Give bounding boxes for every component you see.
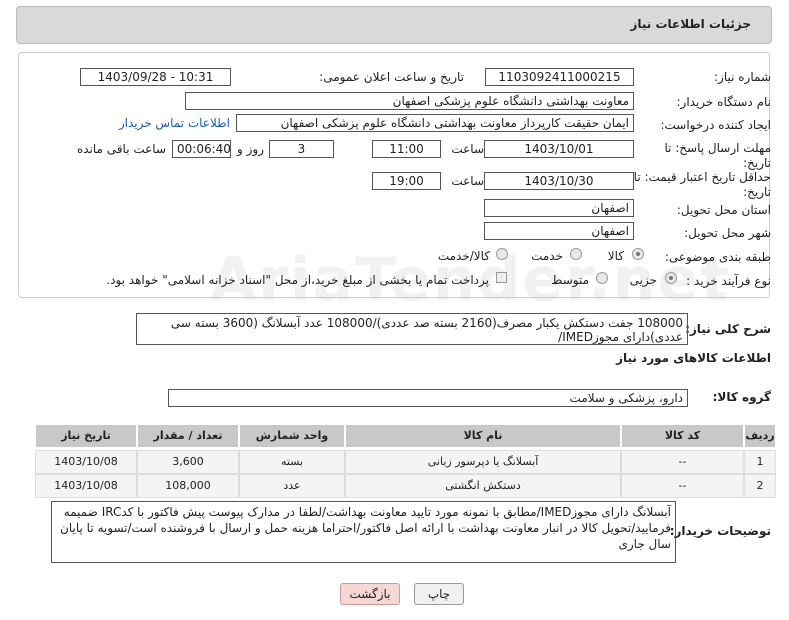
category-option-goods: کالا xyxy=(607,249,624,263)
creator-field: ایمان حقیقت کارپرداز معاونت بهداشتی دانش… xyxy=(236,114,634,132)
province-label: استان محل تحویل: xyxy=(676,203,771,217)
table-cell: دستکش انگشتی xyxy=(345,474,621,498)
province-field: اصفهان xyxy=(484,199,634,217)
buyer-org-label: نام دستگاه خریدار: xyxy=(676,95,772,109)
days-label: روز و xyxy=(237,142,264,156)
buyer-notes-label: توضیحات خریدار: xyxy=(669,524,771,538)
buyer-notes-field: آبسلانگ دارای مجوزIMED/مطابق با نمونه مو… xyxy=(51,501,676,563)
days-field: 3 xyxy=(269,140,334,158)
validity-time-field: 19:00 xyxy=(372,172,441,190)
description-label: شرح کلی نیاز: xyxy=(685,322,771,336)
category-radio-service[interactable] xyxy=(570,248,582,260)
table-cell: 1403/10/08 xyxy=(35,450,137,474)
table-cell: 3,600 xyxy=(137,450,239,474)
buyer-org-field: معاونت بهداشتی دانشگاه علوم پزشکی اصفهان xyxy=(185,92,634,110)
category-label: طبقه بندی موضوعی: xyxy=(664,250,771,264)
validity-date-field: 1403/10/30 xyxy=(484,172,634,190)
need-number-label: شماره نیاز: xyxy=(714,70,771,84)
goods-group-label: گروه کالا: xyxy=(712,390,771,404)
deadline-date-field: 1403/10/01 xyxy=(484,140,634,158)
category-option-goods-service: کالا/خدمت xyxy=(437,249,490,263)
back-button[interactable]: بازگشت xyxy=(340,583,400,605)
process-radio-minor[interactable] xyxy=(665,272,677,284)
table-cell: عدد xyxy=(239,474,345,498)
goods-group-field: دارو، پزشکی و سلامت xyxy=(168,389,688,407)
page-header: جزئیات اطلاعات نیاز xyxy=(16,6,772,44)
contact-info-link[interactable]: اطلاعات تماس خریدار xyxy=(119,116,230,130)
need-number-field: 1103092411000215 xyxy=(485,68,634,86)
table-cell: آبسلانگ یا دپرسور زبانی xyxy=(345,450,621,474)
col-header-row: ردیف xyxy=(744,424,776,448)
city-field: اصفهان xyxy=(484,222,634,240)
table-cell: 1 xyxy=(744,450,776,474)
table-cell: -- xyxy=(621,450,744,474)
category-option-service: خدمت xyxy=(531,249,563,263)
col-header-code: کد کالا xyxy=(621,424,744,448)
treasury-payment-note: پرداخت تمام یا بخشی از مبلغ خرید،از محل … xyxy=(106,273,489,287)
category-radio-goods-service[interactable] xyxy=(496,248,508,260)
validity-time-label: ساعت xyxy=(451,174,484,188)
col-header-quantity: تعداد / مقدار xyxy=(137,424,239,448)
print-button[interactable]: چاپ xyxy=(414,583,464,605)
announce-field: 1403/09/28 - 10:31 xyxy=(80,68,231,86)
announce-label: تاریخ و ساعت اعلان عمومی: xyxy=(319,70,464,84)
process-option-medium: متوسط xyxy=(551,273,589,287)
creator-label: ایجاد کننده درخواست: xyxy=(660,118,771,132)
deadline-time-field: 11:00 xyxy=(372,140,441,158)
col-header-unit: واحد شمارش xyxy=(239,424,345,448)
deadline-label: مهلت ارسال پاسخ: تا تاریخ: xyxy=(664,141,771,170)
treasury-payment-checkbox[interactable] xyxy=(496,272,507,283)
category-radio-goods[interactable] xyxy=(632,248,644,260)
city-label: شهر محل تحویل: xyxy=(684,226,771,240)
process-radio-medium[interactable] xyxy=(596,272,608,284)
page-title: جزئیات اطلاعات نیاز xyxy=(630,17,751,31)
table-cell: 1403/10/08 xyxy=(35,474,137,498)
col-header-name: نام کالا xyxy=(345,424,621,448)
deadline-time-label: ساعت xyxy=(451,142,484,156)
validity-label: حداقل تاریخ اعتبار قیمت: تا تاریخ: xyxy=(633,170,771,199)
table-cell: بسته xyxy=(239,450,345,474)
goods-section-title: اطلاعات کالاهای مورد نیاز xyxy=(616,351,771,365)
process-option-minor: جزیی xyxy=(629,273,657,287)
process-label: نوع فرآیند خرید : xyxy=(686,274,771,288)
table-cell: -- xyxy=(621,474,744,498)
remaining-label: ساعت باقی مانده xyxy=(76,142,166,156)
remaining-time-field: 00:06:40 xyxy=(172,140,231,158)
description-field: 108000 جفت دستکش یکبار مصرف(2160 بسته صد… xyxy=(136,313,688,345)
table-cell: 2 xyxy=(744,474,776,498)
table-cell: 108,000 xyxy=(137,474,239,498)
col-header-need-date: تاریخ نیاز xyxy=(35,424,137,448)
